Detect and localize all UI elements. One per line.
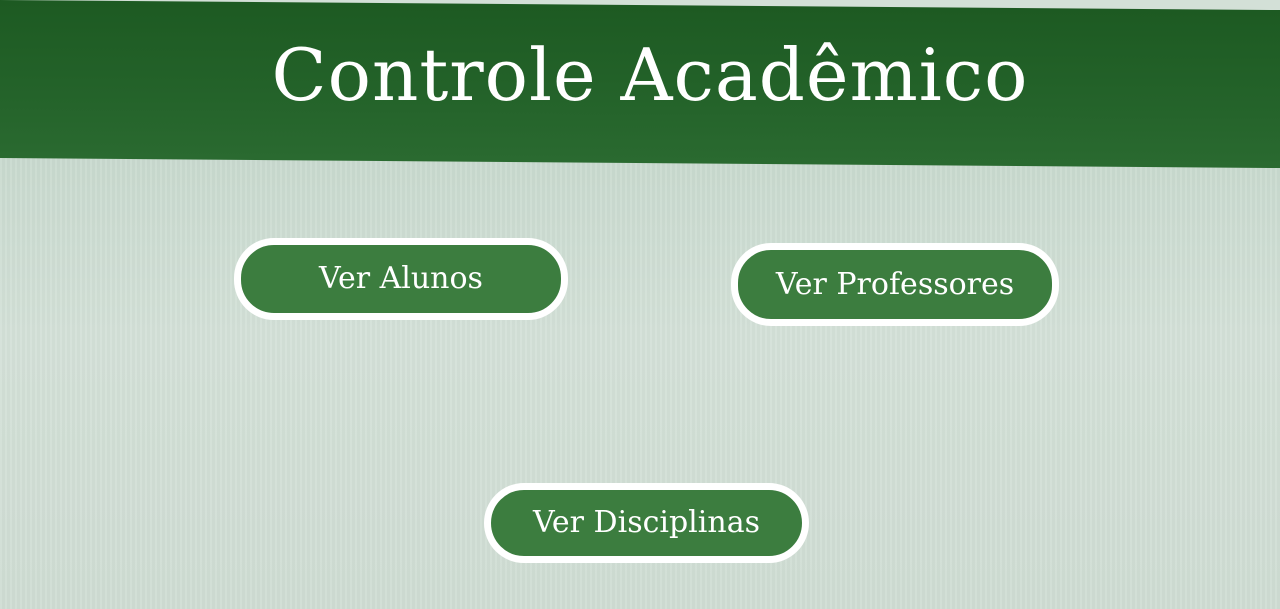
ver-professores-button[interactable]: Ver Professores [731,243,1059,326]
ver-disciplinas-button[interactable]: Ver Disciplinas [484,483,809,563]
ver-alunos-button[interactable]: Ver Alunos [234,238,568,320]
page-title: Controle Acadêmico [271,33,1029,117]
